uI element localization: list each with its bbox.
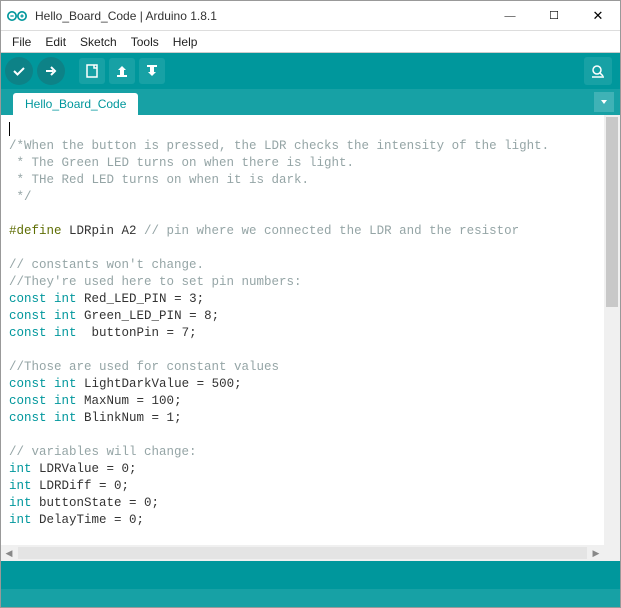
code-token: int	[54, 377, 77, 391]
code-line: // variables will change:	[9, 445, 197, 459]
code-editor[interactable]: /*When the button is pressed, the LDR ch…	[1, 115, 604, 545]
tab-menu-button[interactable]	[594, 92, 614, 112]
menu-edit[interactable]: Edit	[38, 33, 73, 51]
menu-help[interactable]: Help	[166, 33, 205, 51]
code-token: int	[9, 479, 32, 493]
tab-sketch[interactable]: Hello_Board_Code	[13, 93, 138, 115]
code-line: /*When the button is pressed, the LDR ch…	[9, 139, 549, 153]
menu-tools[interactable]: Tools	[124, 33, 166, 51]
code-token: MaxNum = 100;	[77, 394, 182, 408]
code-token: Green_LED_PIN = 8;	[77, 309, 220, 323]
code-token: #define	[9, 224, 62, 238]
new-button[interactable]	[79, 58, 105, 84]
tabbar: Hello_Board_Code	[1, 89, 620, 115]
code-token: LightDarkValue = 500;	[77, 377, 242, 391]
open-button[interactable]	[109, 58, 135, 84]
code-token: const	[9, 309, 47, 323]
code-token: const	[9, 394, 47, 408]
window-title: Hello_Board_Code | Arduino 1.8.1	[33, 9, 488, 23]
code-token: // pin where we connected the LDR and th…	[144, 224, 519, 238]
titlebar: Hello_Board_Code | Arduino 1.8.1 — ☐ ✕	[1, 1, 620, 31]
upload-button[interactable]	[37, 57, 65, 85]
menubar: File Edit Sketch Tools Help	[1, 31, 620, 53]
maximize-button[interactable]: ☐	[532, 1, 576, 31]
toolbar	[1, 53, 620, 89]
code-token: int	[9, 496, 32, 510]
scrollbar-thumb[interactable]	[606, 117, 618, 307]
code-token: LDRDiff = 0;	[32, 479, 130, 493]
code-token: int	[9, 513, 32, 527]
code-token: const	[9, 377, 47, 391]
code-token: int	[54, 292, 77, 306]
code-token: int	[9, 462, 32, 476]
horizontal-scrollbar[interactable]: ◀ ▶	[1, 545, 604, 561]
menu-file[interactable]: File	[5, 33, 38, 51]
arduino-logo-icon	[7, 6, 27, 26]
code-token: int	[54, 411, 77, 425]
editor-area: /*When the button is pressed, the LDR ch…	[1, 115, 620, 561]
code-line: //Those are used for constant values	[9, 360, 279, 374]
code-token: buttonPin = 7;	[77, 326, 197, 340]
menu-sketch[interactable]: Sketch	[73, 33, 124, 51]
code-token: buttonState = 0;	[32, 496, 160, 510]
code-line: * The Green LED turns on when there is l…	[9, 156, 354, 170]
scrollbar-track[interactable]	[18, 547, 587, 559]
code-token: const	[9, 411, 47, 425]
code-token: BlinkNum = 1;	[77, 411, 182, 425]
code-line: //They're used here to set pin numbers:	[9, 275, 302, 289]
code-token: DelayTime = 0;	[32, 513, 145, 527]
code-token: int	[54, 394, 77, 408]
code-token: const	[9, 292, 47, 306]
vertical-scrollbar[interactable]	[604, 115, 620, 545]
save-button[interactable]	[139, 58, 165, 84]
status-bar	[1, 589, 620, 607]
code-line: * THe Red LED turns on when it is dark.	[9, 173, 309, 187]
code-line: // constants won't change.	[9, 258, 204, 272]
scroll-right-icon[interactable]: ▶	[588, 545, 604, 561]
code-token: Red_LED_PIN = 3;	[77, 292, 205, 306]
minimize-button[interactable]: —	[488, 1, 532, 31]
scroll-corner	[604, 545, 620, 561]
console-panel	[1, 561, 620, 589]
code-token: LDRpin A2	[62, 224, 145, 238]
code-token: LDRValue = 0;	[32, 462, 137, 476]
code-line: */	[9, 190, 32, 204]
text-cursor	[9, 122, 10, 136]
scroll-left-icon[interactable]: ◀	[1, 545, 17, 561]
code-token: int	[54, 326, 77, 340]
close-button[interactable]: ✕	[576, 1, 620, 31]
verify-button[interactable]	[5, 57, 33, 85]
serial-monitor-button[interactable]	[584, 57, 612, 85]
code-token: int	[54, 309, 77, 323]
code-token: const	[9, 326, 47, 340]
